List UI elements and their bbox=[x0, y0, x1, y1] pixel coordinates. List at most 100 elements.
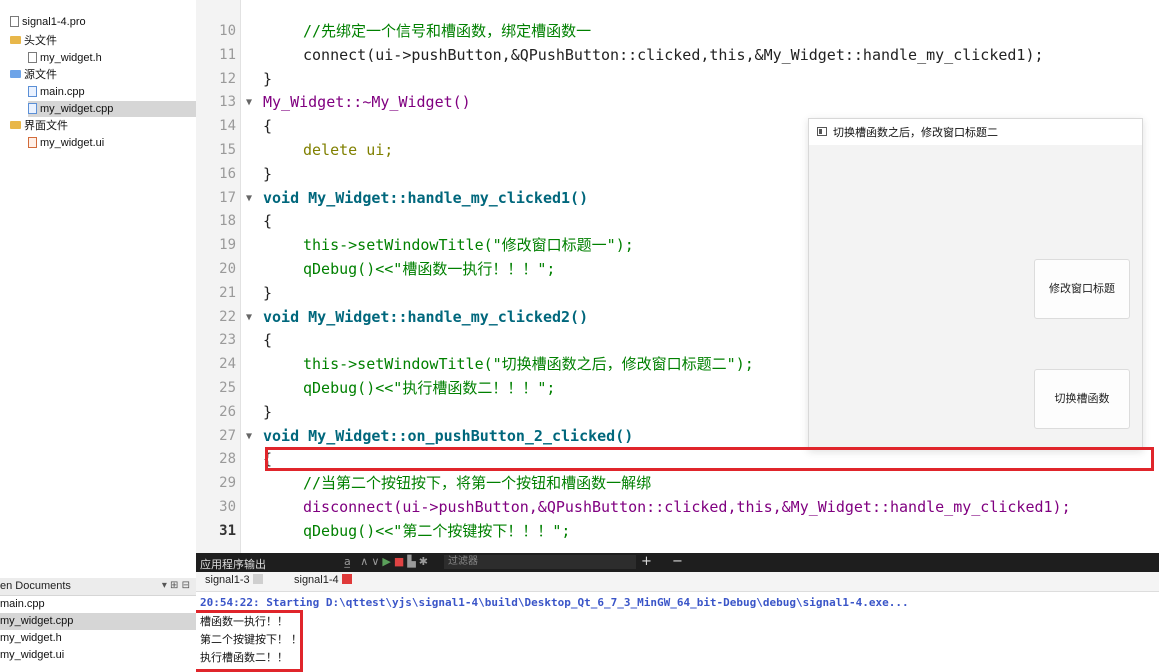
code-line[interactable]: 11 connect(ui->pushButton,&QPushButton::c… bbox=[196, 44, 1159, 68]
tree-item-label: my_widget.cpp bbox=[40, 103, 114, 115]
code-text: } bbox=[263, 283, 273, 302]
line-number: 23 bbox=[219, 332, 236, 349]
tree-item-pro[interactable]: signal1-4.pro bbox=[10, 14, 86, 30]
code-text: void My_Widget::on_pushButton_2_clicked(… bbox=[263, 426, 634, 445]
tree-item-main-cpp[interactable]: main.cpp bbox=[28, 84, 85, 100]
change-title-button[interactable]: 修改窗口标题 bbox=[1034, 259, 1130, 319]
tree-item-my-widget-ui[interactable]: my_widget.ui bbox=[28, 135, 104, 151]
fold-toggle-icon[interactable]: ▼ bbox=[246, 306, 252, 330]
code-line[interactable]: 13 ▼ My_Widget::~My_Widget() bbox=[196, 91, 1159, 115]
wrap-icon[interactable]: a̲ bbox=[344, 555, 354, 568]
fold-toggle-icon[interactable]: ▼ bbox=[246, 91, 252, 115]
tree-folder-sources[interactable]: 源文件 bbox=[10, 67, 57, 83]
line-number: 11 bbox=[219, 46, 236, 63]
tree-item-label: main.cpp bbox=[40, 86, 85, 98]
code-text: } bbox=[263, 402, 273, 421]
code-text: disconnect(ui->pushButton,&QPushButton::… bbox=[303, 498, 1071, 516]
code-text: { bbox=[263, 212, 273, 231]
close-icon[interactable] bbox=[341, 574, 352, 585]
ui-file-icon bbox=[28, 136, 37, 148]
panel-title: en Documents bbox=[0, 580, 71, 592]
code-text: My_Widget::~My_Widget() bbox=[263, 93, 471, 112]
filter-input[interactable]: 过滤器 bbox=[444, 555, 636, 569]
down-arrow-icon[interactable]: ∨ bbox=[371, 555, 382, 568]
line-number: 13 bbox=[219, 94, 236, 111]
code-line-highlighted[interactable]: 30 disconnect(ui->pushButton,&QPushButton… bbox=[196, 496, 1159, 520]
tree-item-label: 头文件 bbox=[24, 35, 57, 47]
code-text: void My_Widget::handle_my_clicked2() bbox=[263, 307, 589, 326]
file-icon bbox=[10, 15, 19, 27]
line-number: 14 bbox=[219, 118, 236, 135]
code-text: delete ui; bbox=[303, 141, 394, 159]
document-item[interactable]: my_widget.cpp bbox=[0, 613, 196, 630]
close-icon[interactable] bbox=[252, 574, 263, 585]
tree-item-label: my_widget.ui bbox=[40, 137, 105, 149]
folder-icon bbox=[10, 36, 21, 45]
preview-window-titlebar[interactable]: 切换槽函数之后，修改窗口标题二 bbox=[809, 119, 1142, 145]
tree-folder-forms[interactable]: 界面文件 bbox=[10, 118, 68, 134]
code-text: } bbox=[263, 164, 273, 183]
code-text: //当第二个按钮按下，将第一个按钮和槽函数一解绑 bbox=[303, 474, 652, 493]
project-tree: signal1-4.pro 头文件 my_widget.h 源文件 main.c… bbox=[0, 0, 196, 578]
tree-item-label: 界面文件 bbox=[24, 120, 68, 132]
output-tabs: signal1-3 signal1-4 bbox=[196, 572, 1159, 592]
tree-folder-headers[interactable]: 头文件 bbox=[10, 33, 57, 49]
tab-signal1-3[interactable]: signal1-3 bbox=[205, 574, 263, 586]
line-number: 22 bbox=[219, 308, 236, 325]
fold-toggle-icon[interactable]: ▼ bbox=[246, 425, 252, 449]
document-item[interactable]: my_widget.ui bbox=[0, 647, 196, 664]
debug-icon[interactable]: ▙ bbox=[407, 555, 418, 568]
code-text: } bbox=[263, 69, 273, 88]
line-number: 25 bbox=[219, 380, 236, 396]
stop-icon[interactable]: ■ bbox=[394, 555, 407, 568]
tab-label: signal1-3 bbox=[205, 574, 250, 586]
tree-item-my-widget-h[interactable]: my_widget.h bbox=[28, 50, 102, 66]
zoom-controls[interactable]: + − bbox=[641, 554, 691, 569]
line-number: 16 bbox=[219, 165, 236, 182]
run-icon[interactable]: ▶ bbox=[382, 555, 393, 568]
tab-signal1-4[interactable]: signal1-4 bbox=[294, 574, 352, 586]
open-documents-header[interactable]: en Documents ▾ ⊞ ⊟ bbox=[0, 578, 196, 596]
line-number: 27 bbox=[219, 427, 236, 444]
code-line[interactable]: 29 //当第二个按钮按下，将第一个按钮和槽函数一解绑 bbox=[196, 472, 1159, 496]
tab-label: signal1-4 bbox=[294, 574, 339, 586]
line-number: 12 bbox=[219, 70, 236, 87]
window-icon bbox=[817, 127, 827, 136]
panel-controls[interactable]: ▾ ⊞ ⊟ bbox=[162, 580, 190, 591]
fold-toggle-icon[interactable]: ▼ bbox=[246, 187, 252, 211]
line-number: 28 bbox=[219, 451, 236, 468]
tree-item-my-widget-cpp[interactable]: my_widget.cpp bbox=[28, 101, 196, 117]
line-number: 19 bbox=[219, 237, 236, 254]
document-item[interactable]: main.cpp bbox=[0, 596, 196, 613]
start-line: 20:54:22: Starting D:\qttest\yjs\signal1… bbox=[200, 596, 909, 609]
output-console[interactable]: 20:54:22: Starting D:\qttest\yjs\signal1… bbox=[196, 592, 1159, 672]
code-text: connect(ui->pushButton,&QPushButton::cli… bbox=[303, 45, 1044, 64]
code-line[interactable]: 12} bbox=[196, 68, 1159, 92]
switch-slot-button[interactable]: 切换槽函数 bbox=[1034, 369, 1130, 429]
gear-icon[interactable]: ✱ bbox=[419, 555, 431, 568]
line-number: 30 bbox=[219, 499, 236, 515]
panel-label: 应用程序输出 bbox=[200, 559, 266, 571]
tree-item-label: 源文件 bbox=[24, 69, 57, 81]
line-number: 10 bbox=[219, 23, 236, 39]
header-file-icon bbox=[28, 51, 37, 63]
code-text: qDebug()<<"执行槽函数二！！！"; bbox=[303, 379, 556, 397]
open-documents-panel: en Documents ▾ ⊞ ⊟ main.cpp my_widget.cp… bbox=[0, 578, 196, 672]
code-text: void My_Widget::handle_my_clicked1() bbox=[263, 188, 589, 207]
code-text: //先绑定一个信号和槽函数，绑定槽函数一 bbox=[303, 22, 592, 40]
line-number: 24 bbox=[219, 356, 236, 373]
output-highlight-box bbox=[193, 610, 303, 672]
line-number: 17 bbox=[219, 189, 236, 206]
tree-item-label: signal1-4.pro bbox=[22, 16, 86, 28]
code-line[interactable]: 10 //先绑定一个信号和槽函数，绑定槽函数一 bbox=[196, 20, 1159, 44]
line-number: 29 bbox=[219, 475, 236, 492]
output-tools: a̲ ∧∨▶■▙✱ bbox=[344, 555, 431, 568]
folder-icon bbox=[10, 121, 21, 130]
tree-item-label: my_widget.h bbox=[40, 52, 102, 64]
line-number: 20 bbox=[219, 261, 236, 277]
code-text: this->setWindowTitle("切换槽函数之后，修改窗口标题二"); bbox=[303, 355, 754, 374]
document-item[interactable]: my_widget.h bbox=[0, 630, 196, 647]
preview-window[interactable]: 切换槽函数之后，修改窗口标题二 修改窗口标题 切换槽函数 bbox=[808, 118, 1143, 450]
up-arrow-icon[interactable]: ∧ bbox=[360, 555, 371, 568]
app-output-toolbar: 应用程序输出 a̲ ∧∨▶■▙✱ 过滤器 + − bbox=[196, 553, 1159, 572]
